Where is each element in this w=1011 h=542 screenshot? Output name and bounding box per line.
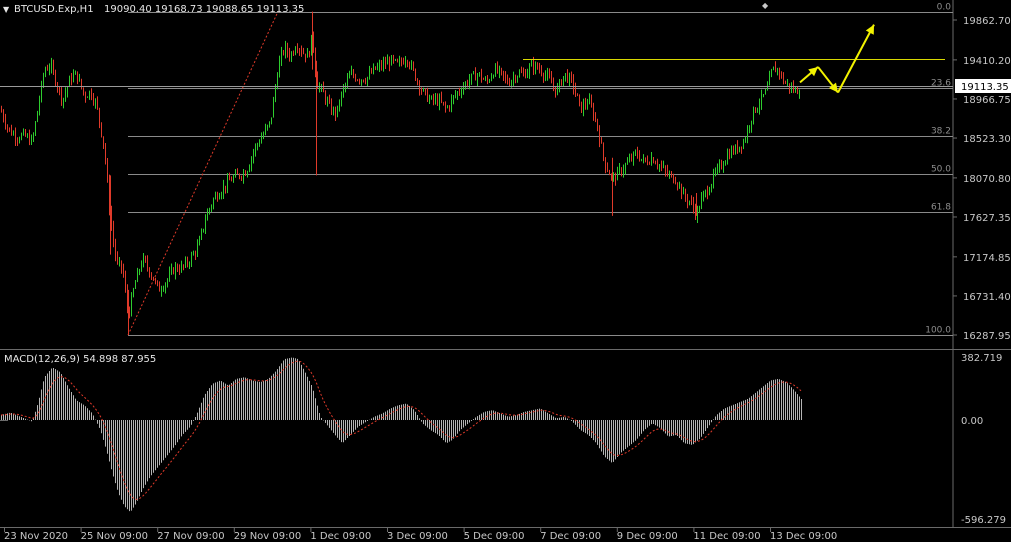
price-axis-label: 19410.20 [963,56,1011,67]
time-axis-label: 1 Dec 09:00 [310,531,371,542]
price-axis-label: 18966.75 [963,95,1011,106]
time-axis-label: 23 Nov 2020 [4,531,68,542]
price-axis-label: 18523.30 [963,134,1011,145]
price-axis-label: 16731.40 [963,292,1011,303]
macd-axis-label: -596.279 [961,515,1006,526]
macd-axis-label: 382.719 [961,353,1002,364]
fib-level-label: 38.2 [931,127,951,137]
corner-chevron-icon: ◆ [762,1,769,10]
time-axis-label: 13 Dec 09:00 [770,531,837,542]
macd-axis-label: 0.00 [961,416,983,427]
symbol-title[interactable]: BTCUSD.Exp,H1 [14,4,94,15]
price-axis-label: 17174.85 [963,253,1011,264]
macd-indicator-title[interactable]: MACD(12,26,9) 54.898 87.955 [4,354,156,365]
time-axis-label: 29 Nov 09:00 [234,531,301,542]
macd-layer [0,357,802,512]
time-axis-label: 25 Nov 09:00 [81,531,148,542]
price-axis-label: 19862.70 [963,16,1011,27]
time-axis-label: 9 Dec 09:00 [617,531,678,542]
price-axis-label: 18070.80 [963,174,1011,185]
candles-layer [1,11,800,336]
fib-trend-line [127,11,279,336]
time-axis-label: 7 Dec 09:00 [540,531,601,542]
fib-level-label: 61.8 [931,203,951,213]
fib-level-label: 50.0 [931,165,951,175]
time-axis-label: 11 Dec 09:00 [693,531,760,542]
ohlc-readout: 19090.40 19168.73 19088.65 19113.35 [104,4,304,15]
time-axis-label: 27 Nov 09:00 [157,531,224,542]
price-axis-label: 17627.35 [963,213,1011,224]
price-axis-label: 16287.95 [963,331,1011,342]
fib-level-label: 0.0 [937,3,952,13]
overlay-layer [0,24,953,94]
dropdown-arrow-icon[interactable]: ▼ [3,5,10,14]
fib-level-label: 100.0 [925,326,951,336]
trading-chart-canvas: 0.023.638.250.061.8100.0 19862.7019410.2… [0,0,1011,542]
time-axis-label: 3 Dec 09:00 [387,531,448,542]
time-axis-label: 5 Dec 09:00 [464,531,525,542]
forecast-arrow-line [837,24,875,93]
current-price-label: 19113.35 [961,82,1009,93]
